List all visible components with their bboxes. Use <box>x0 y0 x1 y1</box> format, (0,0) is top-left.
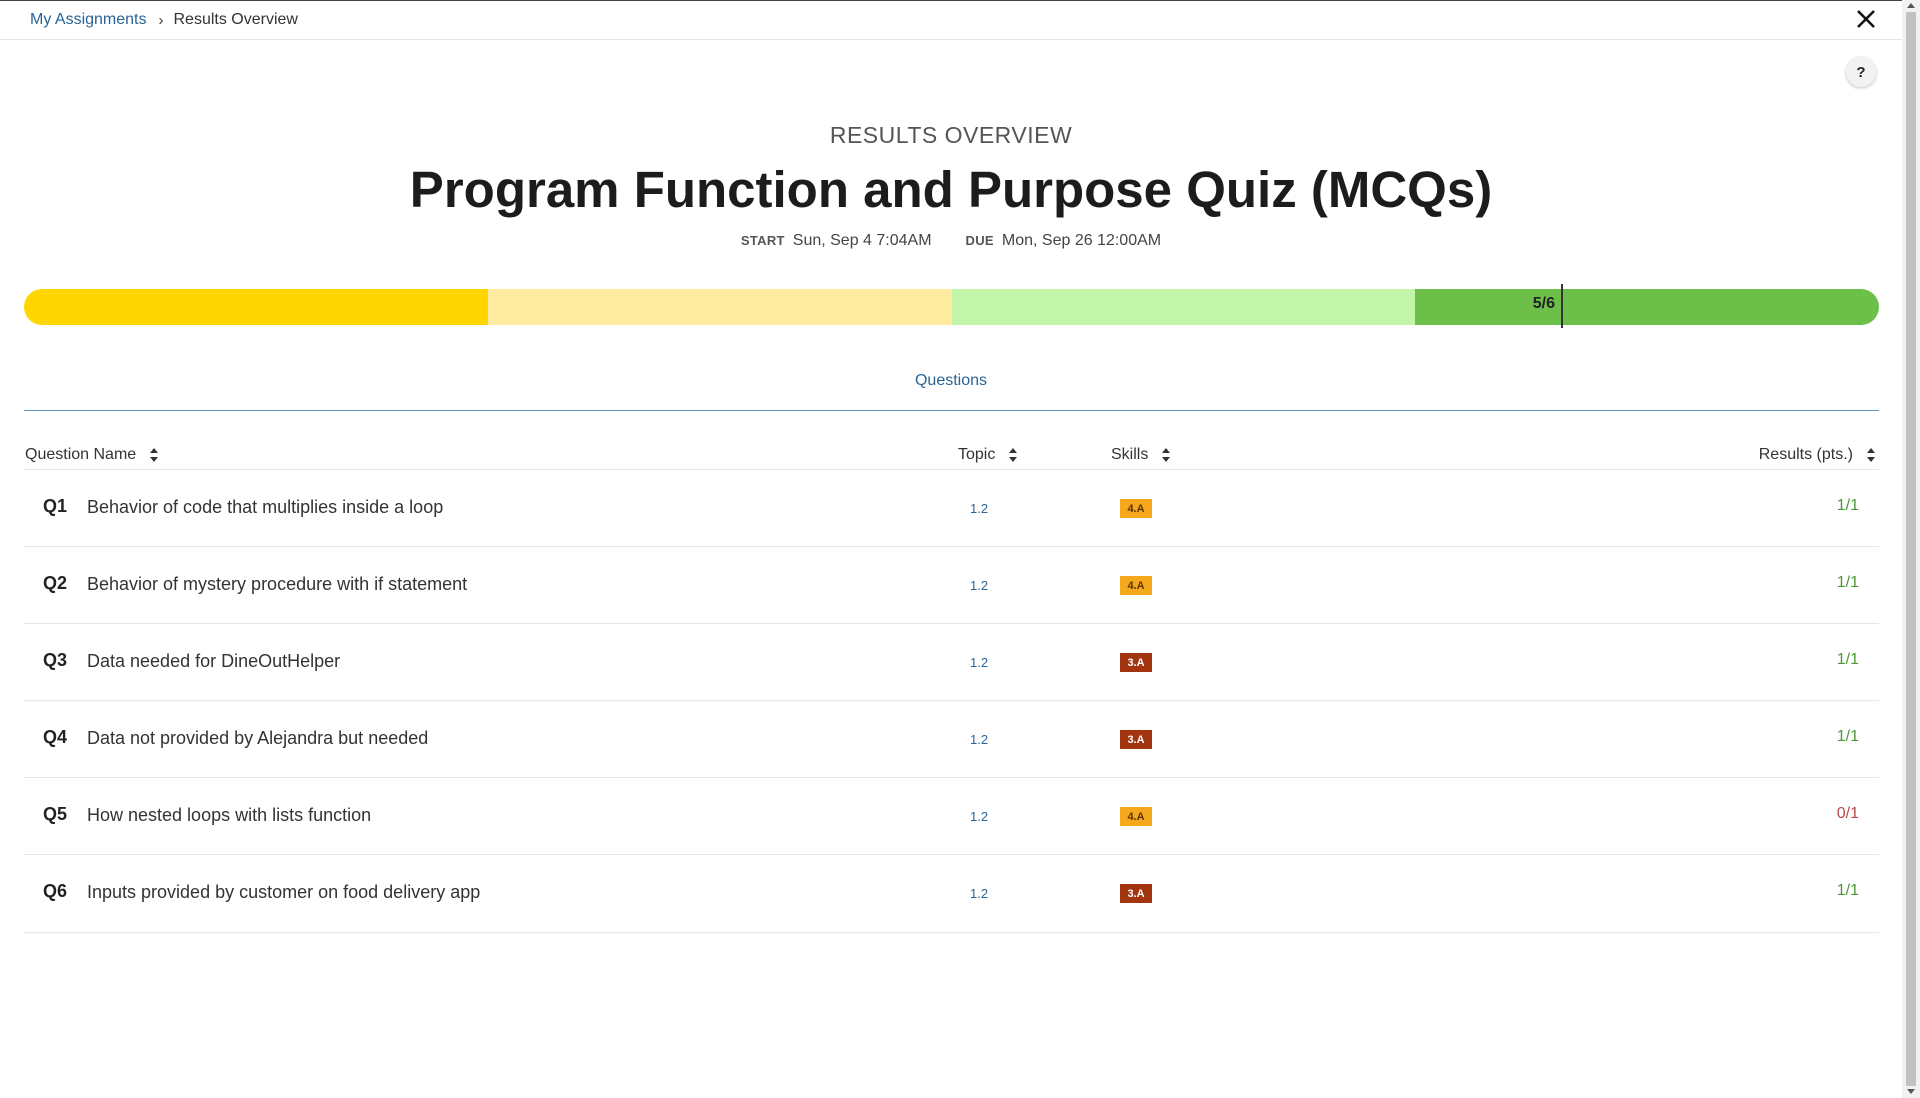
skill-badge: 4.A <box>1120 576 1152 595</box>
column-header-label: Skills <box>1111 446 1149 463</box>
column-header-label: Topic <box>958 446 996 463</box>
progress-segment-2 <box>487 289 952 325</box>
scroll-up-arrow-icon[interactable] <box>1906 2 1916 10</box>
close-icon <box>1857 10 1875 28</box>
skill-badge: 3.A <box>1120 884 1152 903</box>
table-row[interactable]: Q4 Data not provided by Alejandra but ne… <box>24 700 1879 778</box>
question-result: 1/1 <box>1836 651 1859 668</box>
question-result: 1/1 <box>1836 497 1859 514</box>
skill-badge: 4.A <box>1120 499 1152 518</box>
breadcrumb-separator: › <box>158 11 164 29</box>
sort-icon <box>1867 448 1875 462</box>
start-label: START <box>740 233 785 248</box>
question-name[interactable]: Data needed for DineOutHelper <box>87 651 340 672</box>
table-row[interactable]: Q3 Data needed for DineOutHelper 1.2 3.A… <box>24 623 1879 701</box>
column-header-label: Question Name <box>25 446 137 463</box>
question-name[interactable]: Data not provided by Alejandra but neede… <box>87 728 428 749</box>
breadcrumb-current: Results Overview <box>173 11 298 28</box>
question-result: 1/1 <box>1836 574 1859 591</box>
table-row[interactable]: Q5 How nested loops with lists function … <box>24 777 1879 855</box>
table-row[interactable]: Q2 Behavior of mystery procedure with if… <box>24 546 1879 624</box>
close-button[interactable] <box>1852 5 1880 33</box>
column-header-label: Results (pts.) <box>1758 446 1853 463</box>
page-title: Program Function and Purpose Quiz (MCQs) <box>409 161 1493 218</box>
column-header-topic[interactable]: Topic <box>958 446 1018 464</box>
topic-link[interactable]: 1.2 <box>970 732 988 747</box>
scroll-down-arrow-icon[interactable] <box>1906 1088 1916 1096</box>
question-number: Q1 <box>43 496 68 516</box>
scrollbar-thumb[interactable] <box>1906 12 1916 1086</box>
breadcrumb-my-assignments-link[interactable]: My Assignments <box>30 11 146 29</box>
sort-icon <box>1009 448 1018 462</box>
question-name[interactable]: Inputs provided by customer on food deli… <box>87 882 480 903</box>
topic-link[interactable]: 1.2 <box>970 655 988 670</box>
page-eyebrow: RESULTS OVERVIEW <box>829 122 1073 148</box>
question-number: Q5 <box>43 804 68 824</box>
score-progress-bar <box>24 289 1879 325</box>
table-row[interactable]: Q1 Behavior of code that multiplies insi… <box>24 469 1879 547</box>
column-header-skills[interactable]: Skills <box>1111 446 1171 464</box>
help-button[interactable]: ? <box>1846 57 1876 87</box>
sort-icon <box>1162 448 1171 462</box>
progress-segment-1 <box>24 289 488 325</box>
column-header-results[interactable]: Results (pts.) <box>1759 446 1875 464</box>
due-date: Mon, Sep 26 12:00AM <box>1001 232 1162 249</box>
top-bar: My Assignments › Results Overview <box>0 0 1902 40</box>
question-name[interactable]: Behavior of mystery procedure with if st… <box>87 574 467 595</box>
question-result: 0/1 <box>1836 805 1859 822</box>
start-date: Sun, Sep 4 7:04AM <box>792 232 932 249</box>
question-result: 1/1 <box>1836 728 1859 745</box>
topic-link[interactable]: 1.2 <box>970 501 988 516</box>
breadcrumb: My Assignments › Results Overview <box>30 11 298 29</box>
question-name[interactable]: How nested loops with lists function <box>87 805 371 826</box>
tab-underline <box>24 410 1879 411</box>
skill-badge: 3.A <box>1120 730 1152 749</box>
help-icon: ? <box>1856 63 1866 81</box>
assignment-dates: START Sun, Sep 4 7:04AM DUE Mon, Sep 26 12:… <box>0 232 1902 250</box>
score-label: 5/6 <box>1532 295 1555 312</box>
question-number: Q4 <box>43 727 68 747</box>
tab-questions[interactable]: Questions <box>0 372 1902 390</box>
sort-icon <box>150 448 159 462</box>
table-row[interactable]: Q6 Inputs provided by customer on food d… <box>24 854 1879 933</box>
score-marker <box>1561 284 1563 328</box>
question-number: Q3 <box>43 650 68 670</box>
progress-segment-3 <box>951 289 1416 325</box>
skill-badge: 3.A <box>1120 653 1152 672</box>
skill-badge: 4.A <box>1120 807 1152 826</box>
question-result: 1/1 <box>1836 882 1859 899</box>
topic-link[interactable]: 1.2 <box>970 809 988 824</box>
table-header: Question Name Topic Skills Results (pts.… <box>24 440 1879 470</box>
due-label: DUE <box>965 233 994 248</box>
column-header-question-name[interactable]: Question Name <box>25 446 159 464</box>
topic-link[interactable]: 1.2 <box>970 578 988 593</box>
question-number: Q2 <box>43 573 68 593</box>
question-name[interactable]: Behavior of code that multiplies inside … <box>87 497 443 518</box>
question-number: Q6 <box>43 881 68 901</box>
topic-link[interactable]: 1.2 <box>970 886 988 901</box>
